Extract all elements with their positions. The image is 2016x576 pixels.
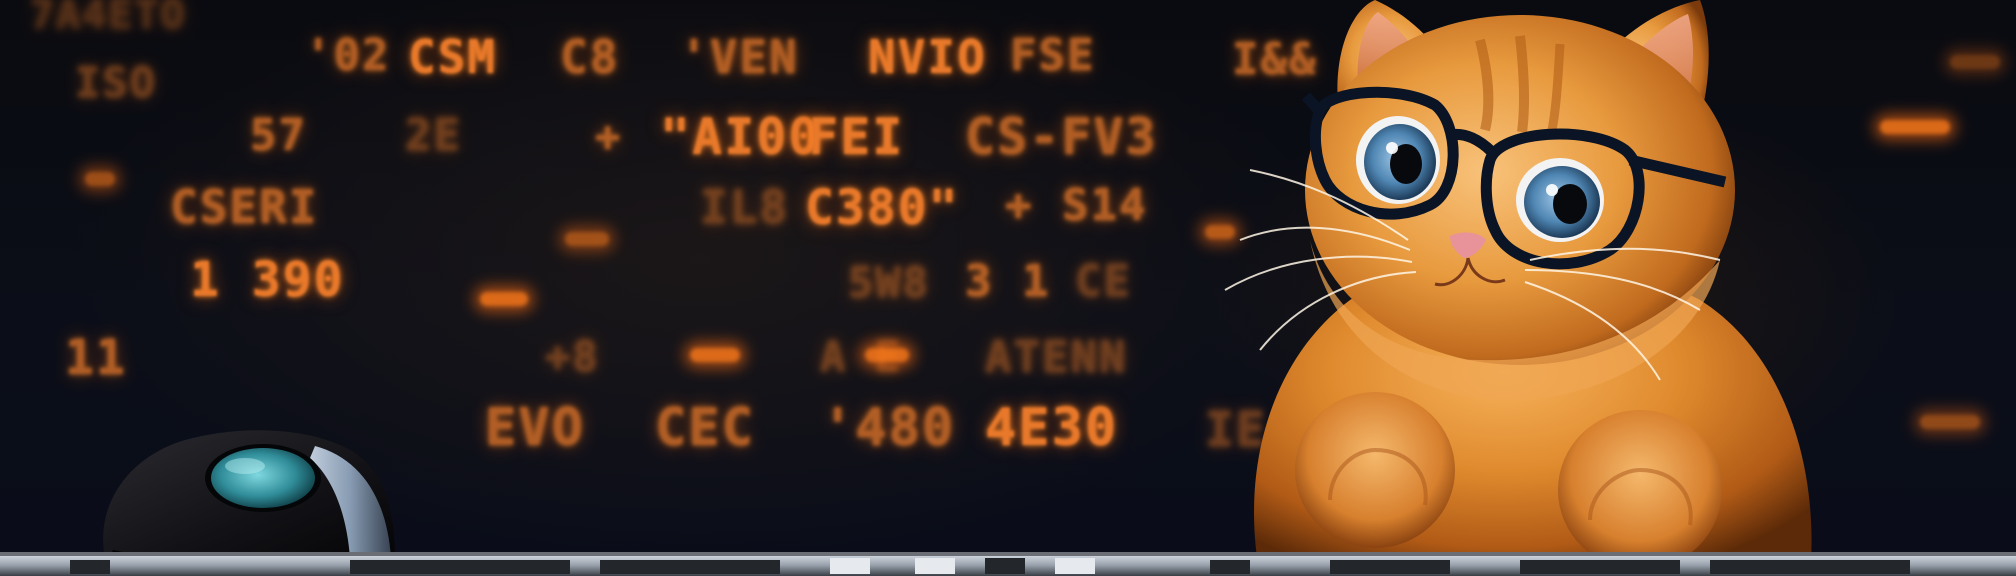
ticker-text: CSM: [408, 30, 498, 84]
ticker-glow: [565, 232, 609, 246]
ticker-text: FSE: [1010, 30, 1096, 81]
ticker-text: +: [595, 112, 623, 161]
ticker-text: 5W8: [848, 258, 930, 307]
ticker-text: 4E30: [985, 398, 1119, 458]
ticker-text: 57: [250, 110, 307, 161]
ticker-text: FEI: [808, 108, 905, 166]
keyboard: [0, 552, 2016, 576]
ticker-text: + S14: [1005, 180, 1148, 231]
ticker-glow: [480, 292, 528, 306]
ticker-text: C380": [805, 180, 960, 236]
ticker-text: EVO: [485, 398, 585, 458]
ticker-glow: [85, 172, 115, 186]
ticker-text: ISO: [75, 58, 157, 107]
ticker-text: 'VEN: [680, 30, 799, 84]
ticker-glow: [1950, 55, 2000, 69]
ticker-text: CEC: [655, 398, 755, 458]
ticker-text: 1 390: [190, 252, 345, 308]
ticker-text: +8: [545, 332, 600, 381]
ticker-text: NVIO: [868, 30, 987, 84]
orange-cat: [1224, 0, 1812, 576]
ticker-text: '02: [305, 30, 391, 81]
ticker-text: '480: [822, 398, 956, 458]
ticker-text: CE: [1075, 256, 1132, 307]
ticker-text: 7A4ETO: [30, 0, 187, 38]
ticker-glow: [865, 348, 909, 362]
ticker-glow: [1880, 120, 1950, 134]
ticker-text: 2E: [405, 110, 462, 161]
ticker-text: 3 1: [965, 256, 1051, 307]
ticker-text: ATENN: [985, 332, 1128, 383]
ticker-text: IL8: [700, 180, 790, 234]
ticker-text: "AI00: [660, 108, 821, 166]
ticker-text: 11: [65, 330, 127, 386]
ticker-glow: [690, 348, 740, 362]
scene: 7A4ETO '02 CSM C8 'VEN NVIO FSE I&& ISO …: [0, 0, 2016, 576]
ticker-text: CS-FV3: [965, 108, 1158, 166]
ticker-text: C8: [560, 30, 620, 84]
ticker-glow: [1920, 415, 1980, 429]
ticker-text: CSERI: [170, 180, 319, 234]
